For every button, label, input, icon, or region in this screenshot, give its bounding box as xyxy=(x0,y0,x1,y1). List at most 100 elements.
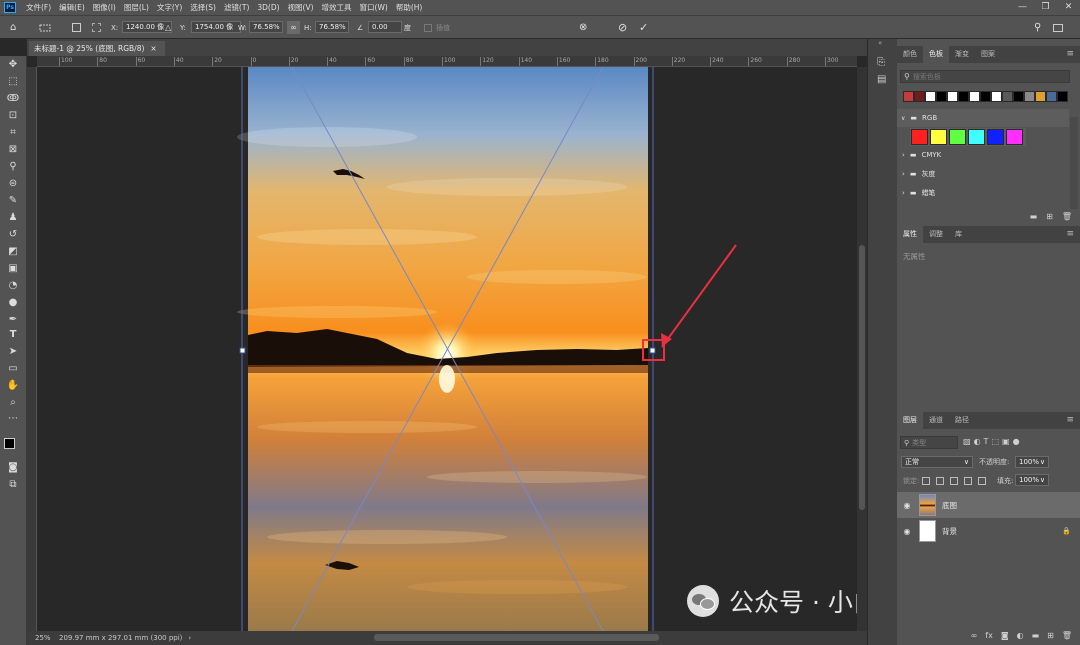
minimize-button[interactable]: — xyxy=(1011,0,1034,15)
menu-edit[interactable]: 编辑(E) xyxy=(55,2,89,13)
color-swatch[interactable] xyxy=(914,91,925,102)
history-brush-icon[interactable]: ↺ xyxy=(6,228,20,242)
menu-plugins[interactable]: 增效工具 xyxy=(318,2,356,13)
restore-button[interactable]: ❐ xyxy=(1034,0,1057,15)
color-swatch[interactable] xyxy=(925,91,936,102)
move-tool-icon[interactable]: ✥ xyxy=(6,58,20,72)
color-swatch[interactable] xyxy=(1035,91,1046,102)
history-panel-icon[interactable]: ⎘ xyxy=(877,57,885,68)
tab-layers[interactable]: 图层 xyxy=(897,412,923,429)
menu-type[interactable]: 文字(Y) xyxy=(153,2,186,13)
zoom-level[interactable]: 25% xyxy=(35,634,59,642)
lock-position-icon[interactable] xyxy=(950,477,959,485)
eyedropper-tool-icon[interactable]: ⚲ xyxy=(6,160,20,174)
add-mask-icon[interactable]: ◙ xyxy=(1001,631,1009,640)
tab-channels[interactable]: 通道 xyxy=(923,412,949,429)
new-layer-icon[interactable]: ⊞ xyxy=(1047,631,1054,640)
menu-image[interactable]: 图像(I) xyxy=(89,2,120,13)
link-icon[interactable]: ∞ xyxy=(287,21,300,34)
zoom-tool-icon[interactable]: ⌕ xyxy=(6,396,20,410)
layer-row-background[interactable]: ◉ 背景 🔒 xyxy=(897,518,1080,544)
status-menu-arrow[interactable]: › xyxy=(188,634,191,642)
horizontal-ruler[interactable]: 100 80 60 40 20 0 20 40 60 80 100 120 140 160 180 200 22… xyxy=(37,56,857,67)
color-swatch[interactable] xyxy=(969,91,980,102)
vertical-scroll-thumb[interactable] xyxy=(859,245,865,510)
swatch-group-grayscale[interactable]: › ▬ 灰度 xyxy=(897,165,1069,183)
transform-tool-icon[interactable] xyxy=(38,21,52,34)
relative-position-icon[interactable]: △ xyxy=(165,21,171,34)
vertical-scrollbar[interactable] xyxy=(857,67,867,631)
type-tool-icon[interactable]: T xyxy=(6,328,20,342)
delete-layer-icon[interactable]: 🗑 xyxy=(1062,631,1072,640)
panel-menu-icon[interactable]: ≡ xyxy=(1060,46,1080,63)
marquee-tool-icon[interactable]: ⬚ xyxy=(6,75,20,89)
left-transform-handle[interactable] xyxy=(239,347,246,354)
frame-tool-icon[interactable]: ⊠ xyxy=(6,143,20,157)
menu-filter[interactable]: 滤镜(T) xyxy=(220,2,253,13)
right-transform-handle[interactable] xyxy=(649,347,656,354)
color-swatch[interactable] xyxy=(911,129,928,145)
new-group-icon[interactable]: ▬ xyxy=(1030,212,1038,221)
color-swatch[interactable] xyxy=(1013,91,1024,102)
home-icon[interactable]: ⌂ xyxy=(10,21,16,34)
search-icon[interactable]: ⚲ xyxy=(1034,21,1041,34)
color-swatch[interactable] xyxy=(987,129,1004,145)
tab-color[interactable]: 颜色 xyxy=(897,46,923,63)
adjustment-layer-icon[interactable]: ◐ xyxy=(1017,631,1024,640)
swatch-search-input[interactable]: ⚲ 搜索色板 xyxy=(900,70,1070,83)
eye-icon[interactable]: ◉ xyxy=(899,501,915,510)
lock-image-icon[interactable] xyxy=(936,477,945,485)
collapse-arrows-icon[interactable]: « xyxy=(878,39,882,47)
gradient-tool-icon[interactable]: ▣ xyxy=(6,262,20,276)
blur-tool-icon[interactable]: ◔ xyxy=(6,279,20,293)
vertical-ruler[interactable] xyxy=(27,67,37,631)
swatch-group-rgb[interactable]: ∨ ▬ RGB xyxy=(897,109,1069,127)
screen-mode-icon[interactable]: ⧉ xyxy=(6,478,20,492)
tab-patterns[interactable]: 图案 xyxy=(975,46,1001,63)
tab-gradients[interactable]: 渐变 xyxy=(949,46,975,63)
crop-tool-icon[interactable]: ⌗ xyxy=(6,126,20,140)
lasso-tool-icon[interactable]: ↂ xyxy=(6,92,20,106)
width-field[interactable]: 76.58% xyxy=(249,21,283,33)
opacity-field[interactable]: 100% ∨ xyxy=(1015,456,1049,468)
close-tab-icon[interactable]: × xyxy=(150,44,156,53)
color-swatch[interactable] xyxy=(1057,91,1068,102)
color-swatch[interactable] xyxy=(936,91,947,102)
clone-stamp-icon[interactable]: ♟ xyxy=(6,211,20,225)
quick-mask-icon[interactable]: ◙ xyxy=(6,461,20,475)
lock-all-icon[interactable] xyxy=(978,477,987,485)
menu-file[interactable]: 文件(F) xyxy=(22,2,55,13)
path-selection-icon[interactable]: ➤ xyxy=(6,345,20,359)
menu-window[interactable]: 窗口(W) xyxy=(356,2,392,13)
menu-help[interactable]: 帮助(H) xyxy=(392,2,427,13)
color-swatch[interactable] xyxy=(991,91,1002,102)
color-swatch[interactable] xyxy=(980,91,991,102)
color-swatch[interactable] xyxy=(1046,91,1057,102)
color-swatch[interactable] xyxy=(949,129,966,145)
panel-menu-icon[interactable]: ≡ xyxy=(1060,412,1080,429)
link-layers-icon[interactable]: ∞ xyxy=(971,631,978,640)
rotation-field[interactable]: 0.00 xyxy=(368,21,402,33)
swatch-scrollbar[interactable] xyxy=(1070,117,1078,209)
color-swatch[interactable] xyxy=(968,129,985,145)
tab-properties[interactable]: 属性 xyxy=(897,226,923,243)
workspace-icon[interactable] xyxy=(1053,21,1063,34)
tab-libraries[interactable]: 库 xyxy=(949,226,968,243)
layer-row-base-image[interactable]: ◉ 底图 xyxy=(897,492,1080,518)
tab-adjustments[interactable]: 调整 xyxy=(923,226,949,243)
close-window-button[interactable]: ✕ xyxy=(1057,0,1080,15)
blend-mode-select[interactable]: 正常 ∨ xyxy=(901,456,973,468)
reference-point-toggle[interactable] xyxy=(72,21,81,34)
tab-swatches[interactable]: 色板 xyxy=(923,46,949,63)
color-swatch[interactable] xyxy=(930,129,947,145)
pixel-filter-icon[interactable]: ▧ xyxy=(963,437,971,446)
commit-transform-icon[interactable]: ✓ xyxy=(639,21,648,34)
layer-filter-search[interactable]: ⚲ 类型 xyxy=(900,436,958,449)
shape-filter-icon[interactable]: ⬚ xyxy=(991,437,999,446)
brush-tool-icon[interactable]: ✎ xyxy=(6,194,20,208)
menu-layer[interactable]: 图层(L) xyxy=(120,2,153,13)
rectangle-tool-icon[interactable]: ▭ xyxy=(6,362,20,376)
color-swatch[interactable] xyxy=(1006,129,1023,145)
filter-toggle-icon[interactable]: ● xyxy=(1013,437,1020,446)
eye-icon[interactable]: ◉ xyxy=(899,527,915,536)
